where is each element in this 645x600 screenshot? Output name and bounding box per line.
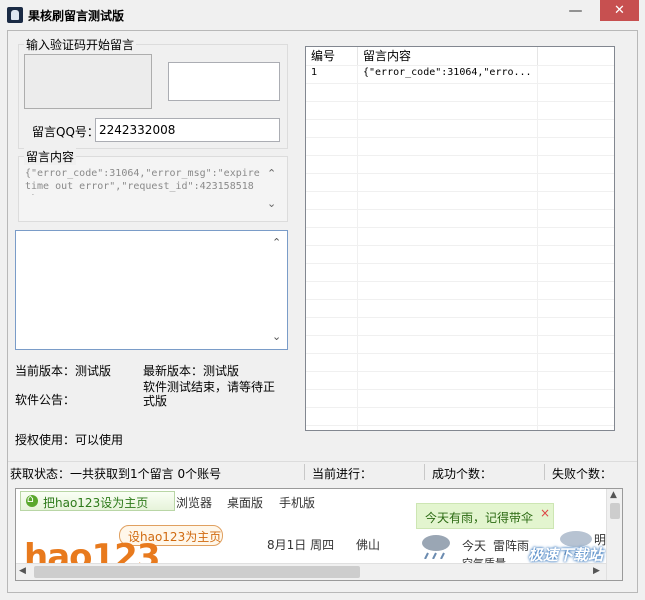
list-row-line xyxy=(306,119,614,120)
app-icon xyxy=(7,7,23,23)
list-row-line xyxy=(306,371,614,372)
latest-version: 最新版本：测试版 xyxy=(143,364,240,378)
row-content[interactable]: {"error_code":31064,"erro... xyxy=(363,67,532,78)
status-separator xyxy=(544,464,545,480)
notice-close-icon[interactable]: × xyxy=(540,506,550,520)
weather-rain-icon xyxy=(418,533,454,560)
success-count-label: 成功个数： xyxy=(432,467,493,481)
set-homepage-label: 把hao123设为主页 xyxy=(43,496,149,510)
list-row-line xyxy=(306,263,614,264)
list-row-line xyxy=(306,209,614,210)
scroll-right-icon[interactable]: ▶ xyxy=(593,566,600,576)
auth-status: 授权使用：可以使用 xyxy=(15,433,124,447)
weather-today: 今天 xyxy=(462,539,487,553)
weather-desc: 雷阵雨 xyxy=(493,539,530,553)
list-row-line xyxy=(306,83,614,84)
fetch-status: 获取状态：一共获取到1个留言 0个账号 xyxy=(10,467,222,481)
vertical-scrollbar[interactable]: ▲ xyxy=(606,489,622,580)
message-list[interactable]: 编号 留言内容 1 {"error_code":31064,"erro... xyxy=(305,46,615,431)
weather-notice: 今天有雨，记得带伞 × xyxy=(416,503,554,529)
list-row-line xyxy=(306,155,614,156)
nav-link-desktop[interactable]: 桌面版 xyxy=(227,494,263,511)
status-bar: 获取状态：一共获取到1个留言 0个账号 当前进行： 成功个数： 失败个数： xyxy=(8,461,637,481)
chevron-up-icon[interactable]: ⌃ xyxy=(267,167,276,180)
list-row-line xyxy=(306,407,614,408)
status-separator xyxy=(424,464,425,480)
close-button[interactable]: ✕ xyxy=(600,0,639,21)
list-row-line xyxy=(306,281,614,282)
set-homepage-button[interactable]: 把hao123设为主页 xyxy=(20,491,175,511)
column-header-id[interactable]: 编号 xyxy=(306,47,358,65)
captcha-group-label: 输入验证码开始留言 xyxy=(24,36,137,53)
list-row-line xyxy=(306,299,614,300)
window-title: 果核刷留言测试版 xyxy=(28,9,125,23)
current-progress-label: 当前进行： xyxy=(312,467,373,481)
content-group-label: 留言内容 xyxy=(24,148,77,165)
list-row-line xyxy=(306,353,614,354)
chevron-down-icon[interactable]: ⌄ xyxy=(267,197,276,210)
horizontal-scrollbar[interactable]: ◀ ▶ xyxy=(16,563,606,580)
list-row-line xyxy=(306,335,614,336)
vertical-scroll-thumb[interactable] xyxy=(610,503,620,519)
message-editor[interactable] xyxy=(15,230,288,350)
home-icon xyxy=(26,492,38,507)
minimize-button[interactable]: — xyxy=(562,0,589,21)
list-row-line xyxy=(306,389,614,390)
list-row-line xyxy=(306,173,614,174)
captcha-input[interactable] xyxy=(168,62,280,101)
horizontal-scroll-thumb[interactable] xyxy=(34,566,360,578)
weather-notice-text: 今天有雨，记得带伞 xyxy=(425,511,534,525)
captcha-image xyxy=(24,54,152,109)
current-version: 当前版本：测试版 xyxy=(15,364,112,378)
response-text: {"error_code":31064,"error_msg":"expire … xyxy=(25,168,260,195)
nav-link-mobile[interactable]: 手机版 xyxy=(279,494,315,511)
fail-count-label: 失败个数： xyxy=(552,467,613,481)
list-row-line xyxy=(306,227,614,228)
editor-scroll-down-icon[interactable]: ⌄ xyxy=(272,330,281,343)
air-quality: 空气质量 xyxy=(462,555,506,563)
nav-link-browser[interactable]: 浏览器 xyxy=(176,494,212,511)
list-row-line xyxy=(306,191,614,192)
list-row-line xyxy=(306,65,614,66)
list-row-line xyxy=(306,425,614,426)
list-row-line xyxy=(306,317,614,318)
embedded-browser[interactable]: 把hao123设为主页 浏览器 桌面版 手机版 今天有雨，记得带伞 × 明 设h… xyxy=(15,488,623,581)
list-row-line xyxy=(306,137,614,138)
announce-label: 软件公告： xyxy=(15,393,76,407)
qq-label: 留言QQ号： xyxy=(32,125,99,139)
scroll-left-icon[interactable]: ◀ xyxy=(19,566,26,576)
date-text: 8月1日 周四 xyxy=(267,538,335,552)
editor-scroll-up-icon[interactable]: ⌃ xyxy=(272,236,281,249)
row-id[interactable]: 1 xyxy=(311,67,317,78)
city-text[interactable]: 佛山 xyxy=(356,536,380,553)
qq-input[interactable]: 2242332008 xyxy=(95,118,280,142)
title-bar: 果核刷留言测试版 — ✕ xyxy=(0,0,645,30)
status-separator xyxy=(304,464,305,480)
list-row-line xyxy=(306,101,614,102)
scroll-up-icon[interactable]: ▲ xyxy=(610,490,617,500)
column-header-content[interactable]: 留言内容 xyxy=(358,47,538,65)
list-row-line xyxy=(306,245,614,246)
announce-text: 软件测试结束，请等待正式版 xyxy=(143,380,276,408)
